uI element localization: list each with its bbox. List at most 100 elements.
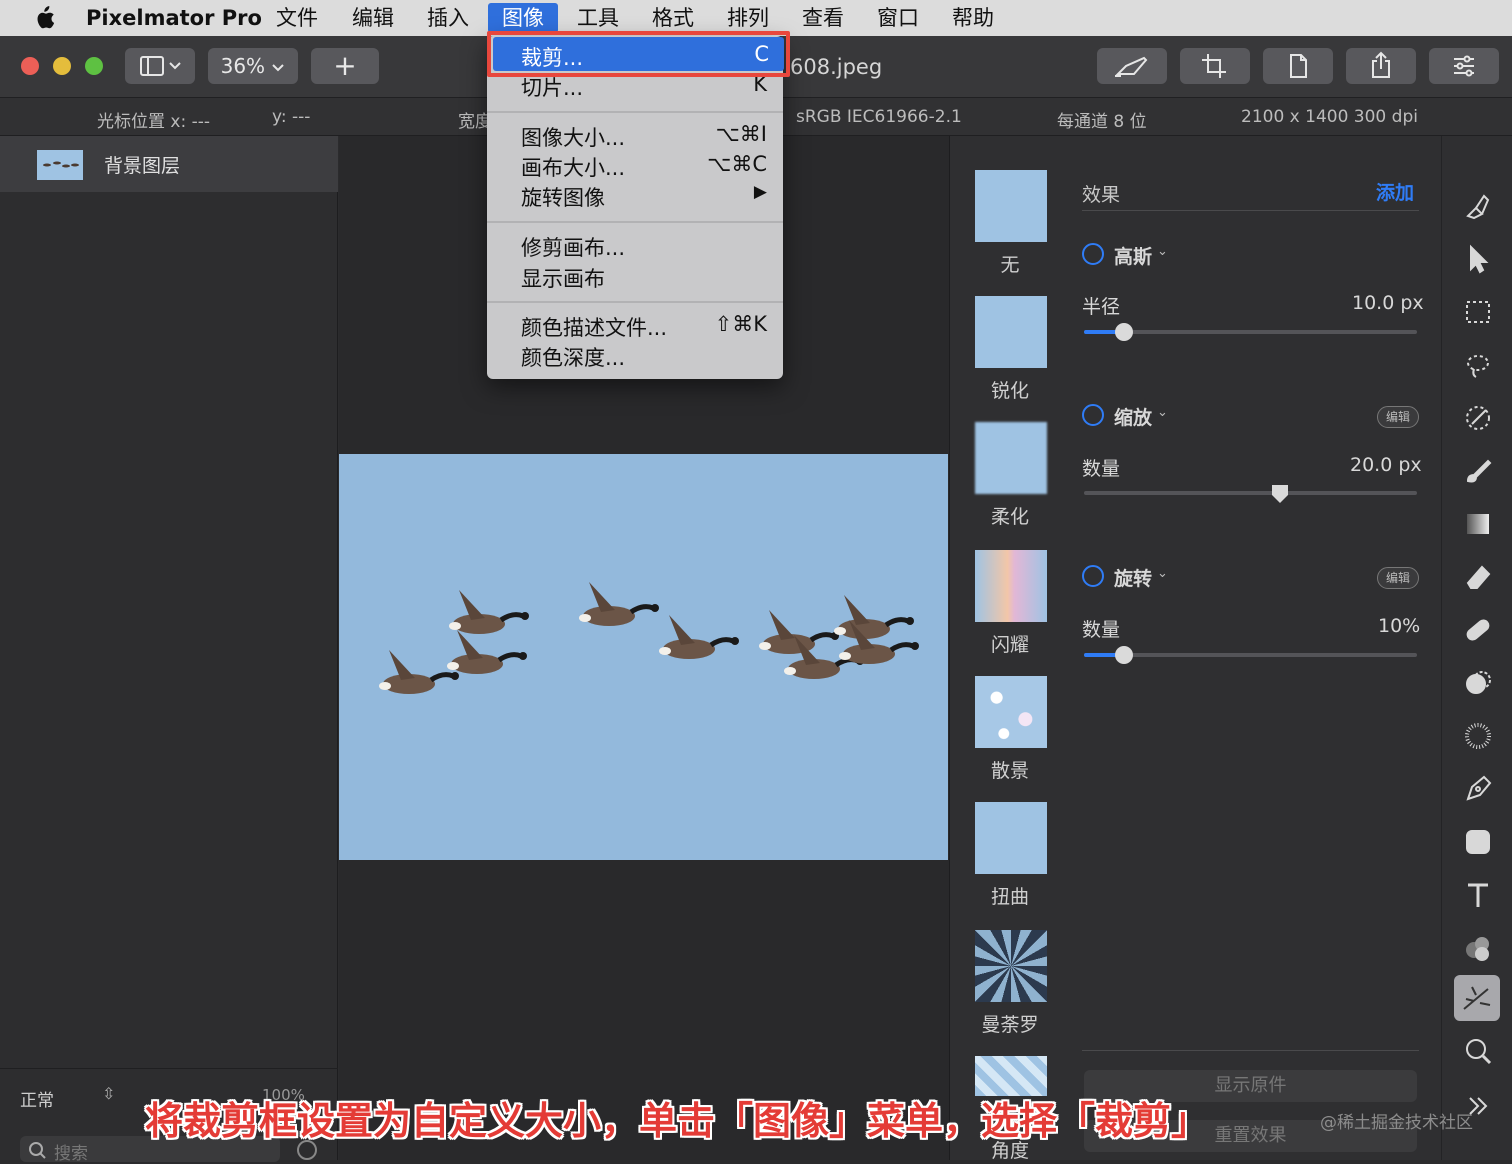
document-icon	[1290, 54, 1307, 78]
menu-item-rotate-image-label: 旋转图像	[521, 186, 605, 210]
paint-brush-icon[interactable]	[1462, 455, 1494, 487]
blend-mode-select[interactable]: 正常 ⇳	[20, 1084, 120, 1111]
text-tool-icon[interactable]	[1462, 879, 1494, 911]
layers-sidebar: 背景图层 正常 ⇳ 100% 搜索	[0, 136, 338, 1164]
menu-item-image-size-shortcut: ⌥⌘I	[715, 122, 767, 146]
sidebar-toggle-button[interactable]	[125, 48, 195, 84]
cursor-x-readout: 光标位置 x: ---	[97, 112, 210, 132]
brush-icon	[1115, 56, 1148, 77]
repair-tool-icon[interactable]	[1462, 614, 1494, 646]
menu-item-canvas-size-shortcut: ⌥⌘C	[707, 152, 767, 176]
chevron-down-icon: ⌄	[1157, 566, 1168, 581]
edit-twirl-button[interactable]: 编辑	[1377, 567, 1419, 589]
brush-tool-button[interactable]	[1097, 48, 1167, 84]
gradient-tool-icon[interactable]	[1462, 508, 1494, 540]
zoom-level-value: 36%	[220, 54, 266, 78]
effect-label-soften: 柔化	[990, 506, 1029, 528]
menu-view[interactable]: 查看	[788, 3, 858, 33]
layers-footer-divider	[0, 1068, 338, 1069]
effect-thumb-none[interactable]	[975, 170, 1047, 242]
apple-icon[interactable]	[32, 5, 56, 31]
arrange-tool-icon[interactable]	[1462, 243, 1494, 275]
param-value-twirl-amount: 10%	[1378, 615, 1421, 637]
chevron-down-icon: ⌄	[1157, 244, 1168, 259]
chevron-down-icon: ⌄	[1157, 405, 1168, 420]
menu-item-reveal-canvas[interactable]: 显示画布	[487, 261, 783, 291]
radius-slider-knob[interactable]	[1115, 323, 1133, 341]
menu-insert[interactable]: 插入	[413, 3, 483, 33]
effects-tool-button[interactable]	[1454, 975, 1500, 1021]
twirl-amount-slider[interactable]	[1084, 653, 1417, 657]
geese-photo[interactable]	[339, 454, 948, 860]
menu-item-color-depth[interactable]: 颜色深度...	[487, 340, 783, 370]
retouch-tool-icon[interactable]	[1462, 720, 1494, 752]
shape-tool-icon[interactable]	[1462, 826, 1494, 858]
color-picker-icon[interactable]	[1462, 402, 1494, 434]
effects-footer-divider	[1082, 1050, 1419, 1051]
updown-chevron-icon: ⇳	[102, 1084, 116, 1103]
zoom-window-button[interactable]	[85, 57, 103, 75]
edit-zoom-button[interactable]: 编辑	[1377, 406, 1419, 428]
effect-thumb-glow[interactable]	[975, 550, 1047, 622]
menu-arrange[interactable]: 排列	[713, 3, 783, 33]
style-tool-icon[interactable]	[1462, 190, 1494, 222]
close-window-button[interactable]	[21, 57, 39, 75]
menu-edit[interactable]: 编辑	[338, 3, 408, 33]
param-label-zoom-amount: 数量	[1082, 458, 1121, 480]
menu-help[interactable]: 帮助	[938, 3, 1008, 33]
cursor-y-readout: y: ---	[272, 107, 311, 127]
document-button[interactable]	[1263, 48, 1333, 84]
zoom-amount-slider[interactable]	[1084, 491, 1417, 495]
effect-thumb-mandala[interactable]	[975, 930, 1047, 1002]
search-icon	[29, 1142, 46, 1159]
crop-icon	[1202, 54, 1226, 78]
clone-tool-icon[interactable]	[1462, 667, 1494, 699]
effect-thumb-soften[interactable]	[975, 422, 1047, 494]
minimize-window-button[interactable]	[53, 57, 71, 75]
menu-file[interactable]: 文件	[262, 3, 332, 33]
effect-thumb-sharpen[interactable]	[975, 296, 1047, 368]
menu-item-canvas-size-label: 画布大小...	[521, 156, 626, 180]
submenu-arrow-icon: ▶	[753, 182, 767, 202]
color-profile-readout: sRGB IEC61966-2.1	[796, 107, 962, 127]
zoom-level-button[interactable]: 36%	[208, 48, 298, 84]
menu-window[interactable]: 窗口	[863, 3, 933, 33]
effect-name-gaussian[interactable]: 高斯	[1114, 242, 1152, 269]
zoom-amount-slider-knob[interactable]	[1271, 484, 1289, 504]
color-adjust-icon[interactable]	[1462, 932, 1494, 964]
menu-item-image-size[interactable]: 图像大小... ⌥⌘I	[487, 120, 783, 150]
effect-toggle-gaussian[interactable]	[1082, 243, 1104, 265]
effect-toggle-zoom[interactable]	[1082, 404, 1104, 426]
menu-tools[interactable]: 工具	[563, 3, 633, 33]
effect-thumb-bokeh[interactable]	[975, 676, 1047, 748]
twirl-amount-slider-knob[interactable]	[1115, 646, 1133, 664]
crop-button[interactable]	[1180, 48, 1250, 84]
menu-item-canvas-size[interactable]: 画布大小... ⌥⌘C	[487, 150, 783, 180]
radius-slider[interactable]	[1084, 330, 1417, 334]
effect-label-none: 无	[1000, 254, 1020, 276]
menu-image[interactable]: 图像	[488, 3, 558, 33]
menu-item-trim-canvas[interactable]: 修剪画布...	[487, 230, 783, 260]
eraser-tool-icon[interactable]	[1462, 561, 1494, 593]
menu-format[interactable]: 格式	[638, 3, 708, 33]
add-effect-button[interactable]: 添加	[1376, 178, 1414, 205]
effect-name-zoom[interactable]: 缩放	[1114, 403, 1152, 430]
menu-item-image-size-label: 图像大小...	[521, 126, 626, 150]
selection-tool-icon[interactable]	[1462, 296, 1494, 328]
add-button[interactable]: +	[311, 48, 379, 84]
menu-item-rotate-image[interactable]: 旋转图像 ▶	[487, 180, 783, 210]
effect-thumb-distort[interactable]	[975, 802, 1047, 874]
share-button[interactable]	[1346, 48, 1416, 84]
menu-app-name[interactable]: Pixelmator Pro	[72, 3, 276, 33]
effect-name-twirl[interactable]: 旋转	[1114, 564, 1152, 591]
sidebar-icon	[140, 56, 181, 76]
pen-tool-icon[interactable]	[1462, 773, 1494, 805]
adjustments-button[interactable]	[1429, 48, 1499, 84]
menu-item-color-profile-label: 颜色描述文件...	[521, 316, 668, 340]
layer-row[interactable]: 背景图层	[0, 136, 338, 192]
lasso-tool-icon[interactable]	[1462, 349, 1494, 381]
zoom-tool-icon[interactable]	[1462, 1035, 1494, 1067]
document-title: 608.jpeg	[790, 55, 883, 79]
menu-item-color-profile[interactable]: 颜色描述文件... ⇧⌘K	[487, 310, 783, 340]
effect-toggle-twirl[interactable]	[1082, 565, 1104, 587]
